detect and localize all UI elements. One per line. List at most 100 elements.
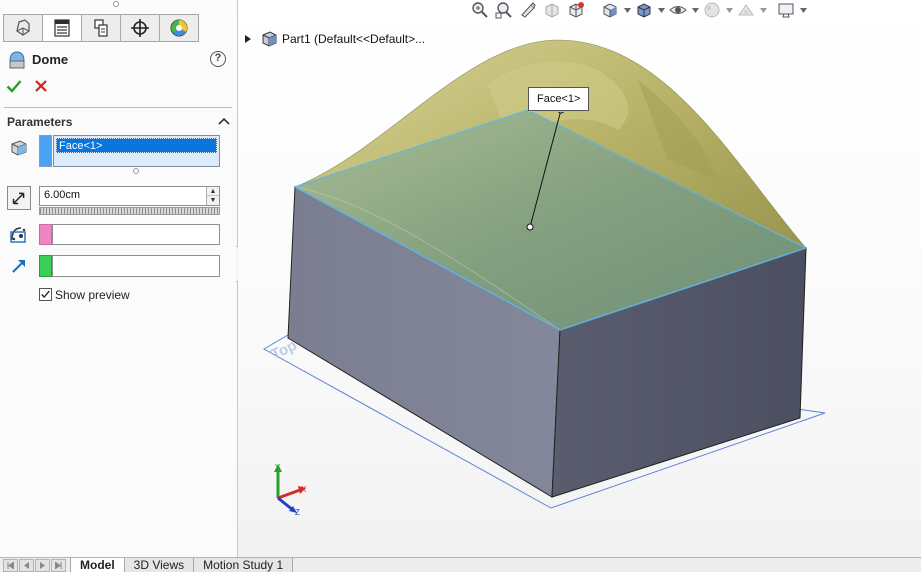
distance-thumbwheel[interactable] xyxy=(39,207,220,215)
next-tab-button[interactable] xyxy=(35,559,50,572)
display-style-menu[interactable] xyxy=(656,0,666,20)
zoom-to-fit-button[interactable] xyxy=(468,0,492,20)
direction-selection-box[interactable] xyxy=(52,255,220,277)
first-icon xyxy=(7,562,14,569)
view-orientation-button[interactable] xyxy=(598,0,622,20)
tab-featuremanager[interactable] xyxy=(4,15,43,41)
manager-tabs xyxy=(3,14,199,42)
edit-appearance-icon xyxy=(704,2,720,18)
tab-motion-study-1[interactable]: Motion Study 1 xyxy=(193,558,294,572)
display-style-icon xyxy=(637,3,651,18)
chevron-down-icon xyxy=(799,7,807,13)
graphics-area[interactable]: Top Plane Y xyxy=(238,0,921,557)
edit-appearance-menu[interactable] xyxy=(724,0,734,20)
constraint-point-icon xyxy=(10,227,26,243)
view-settings-icon xyxy=(778,3,794,18)
feature-title: Dome xyxy=(32,52,69,67)
hide-show-items-icon xyxy=(669,6,687,14)
help-icon[interactable]: ? xyxy=(210,51,226,67)
apply-scene-button[interactable] xyxy=(734,0,758,20)
model-view: Top Plane Y xyxy=(262,39,826,517)
list-resize-grip[interactable] xyxy=(133,168,139,174)
reference-triad: Y X Z xyxy=(274,463,307,517)
view-orientation-menu[interactable] xyxy=(622,0,632,20)
bottom-tab-bar: Model 3D Views Motion Study 1 xyxy=(0,557,921,572)
x-icon[interactable] xyxy=(34,79,48,93)
direction-arrow-icon xyxy=(12,260,25,273)
axis-label: Y xyxy=(275,463,281,472)
dome-icon xyxy=(9,51,25,69)
expand-arrow-icon[interactable] xyxy=(244,34,252,44)
display-style-button[interactable] xyxy=(632,0,656,20)
first-tab-button[interactable] xyxy=(3,559,18,572)
part-name[interactable]: Part1 (Default<<Default>... xyxy=(282,32,425,46)
constraint-point-selection-box[interactable] xyxy=(52,224,220,245)
dimxpert-icon xyxy=(131,19,149,37)
configuration-manager-icon xyxy=(94,19,108,37)
zoom-to-area-button[interactable] xyxy=(492,0,516,20)
constraint-point-color-swatch xyxy=(39,224,52,245)
previous-view-icon xyxy=(521,2,536,18)
dynamic-annotation-button[interactable] xyxy=(564,0,588,20)
heads-up-toolbar xyxy=(468,0,808,20)
show-preview-checkbox[interactable] xyxy=(39,288,52,301)
check-icon[interactable] xyxy=(6,78,22,94)
tab-propertymanager[interactable] xyxy=(43,15,82,41)
distance-spinner[interactable]: ▲ ▼ xyxy=(206,187,219,205)
view-orientation-icon xyxy=(603,3,617,18)
faces-color-swatch xyxy=(39,135,52,167)
display-manager-icon xyxy=(170,19,188,37)
flyout-feature-tree[interactable]: Part1 (Default<<Default>... xyxy=(244,30,425,48)
dynamic-annotation-icon xyxy=(569,2,584,18)
distance-input[interactable]: 6.00cm ▲ ▼ xyxy=(39,186,220,206)
chevron-down-icon xyxy=(691,7,699,13)
chevron-down-icon xyxy=(623,7,631,13)
axis-label: Z xyxy=(295,508,300,517)
previous-view-button[interactable] xyxy=(516,0,540,20)
feature-tree-icon xyxy=(16,19,30,36)
zoom-to-area-icon xyxy=(495,2,512,19)
faces-selection-list[interactable]: Face<1> xyxy=(53,135,220,167)
last-tab-button[interactable] xyxy=(51,559,66,572)
spin-up-icon[interactable]: ▲ xyxy=(207,187,219,196)
tab-displaymanager[interactable] xyxy=(160,15,198,41)
section-view-icon xyxy=(545,3,559,18)
apply-scene-icon xyxy=(738,4,754,16)
group-title: Parameters xyxy=(7,115,73,129)
zoom-to-fit-icon xyxy=(472,2,488,18)
section-view-button[interactable] xyxy=(540,0,564,20)
tab-3d-views[interactable]: 3D Views xyxy=(123,558,195,572)
direction-color-swatch xyxy=(39,255,52,277)
tab-model[interactable]: Model xyxy=(70,558,125,572)
property-manager-panel: Dome ? Parameters Face<1> 6.00cm ▲ ▼ Sho… xyxy=(0,0,238,557)
chevron-up-icon[interactable] xyxy=(218,116,230,126)
previous-tab-button[interactable] xyxy=(19,559,34,572)
chevron-down-icon xyxy=(657,7,665,13)
hide-show-items-menu[interactable] xyxy=(690,0,700,20)
tab-dimxpertmanager[interactable] xyxy=(121,15,160,41)
part-icon xyxy=(262,31,277,47)
divider xyxy=(4,107,232,108)
view-settings-button[interactable] xyxy=(774,0,798,20)
chevron-right-icon xyxy=(40,562,45,569)
spin-down-icon[interactable]: ▼ xyxy=(207,196,219,205)
axis-label: X xyxy=(301,485,307,494)
hide-show-items-button[interactable] xyxy=(666,0,690,20)
list-item[interactable]: Face<1> xyxy=(56,138,217,153)
checkmark-icon xyxy=(41,290,50,299)
apply-scene-menu[interactable] xyxy=(758,0,768,20)
tab-configurationmanager[interactable] xyxy=(82,15,121,41)
face-callout[interactable]: Face<1> xyxy=(528,87,590,111)
edit-appearance-button[interactable] xyxy=(700,0,724,20)
distance-icon xyxy=(12,192,25,205)
chevron-left-icon xyxy=(24,562,29,569)
tab-scroll-arrows xyxy=(3,559,67,572)
show-preview-label: Show preview xyxy=(55,288,130,302)
view-orientation-dropdown[interactable] xyxy=(588,0,598,20)
panel-splitter-grip[interactable] xyxy=(113,1,119,7)
distance-icon-button[interactable] xyxy=(7,186,31,210)
distance-value[interactable]: 6.00cm xyxy=(44,189,80,201)
last-icon xyxy=(55,562,62,569)
view-settings-menu[interactable] xyxy=(798,0,808,20)
tab-strip: Model 3D Views Motion Study 1 xyxy=(70,558,294,572)
